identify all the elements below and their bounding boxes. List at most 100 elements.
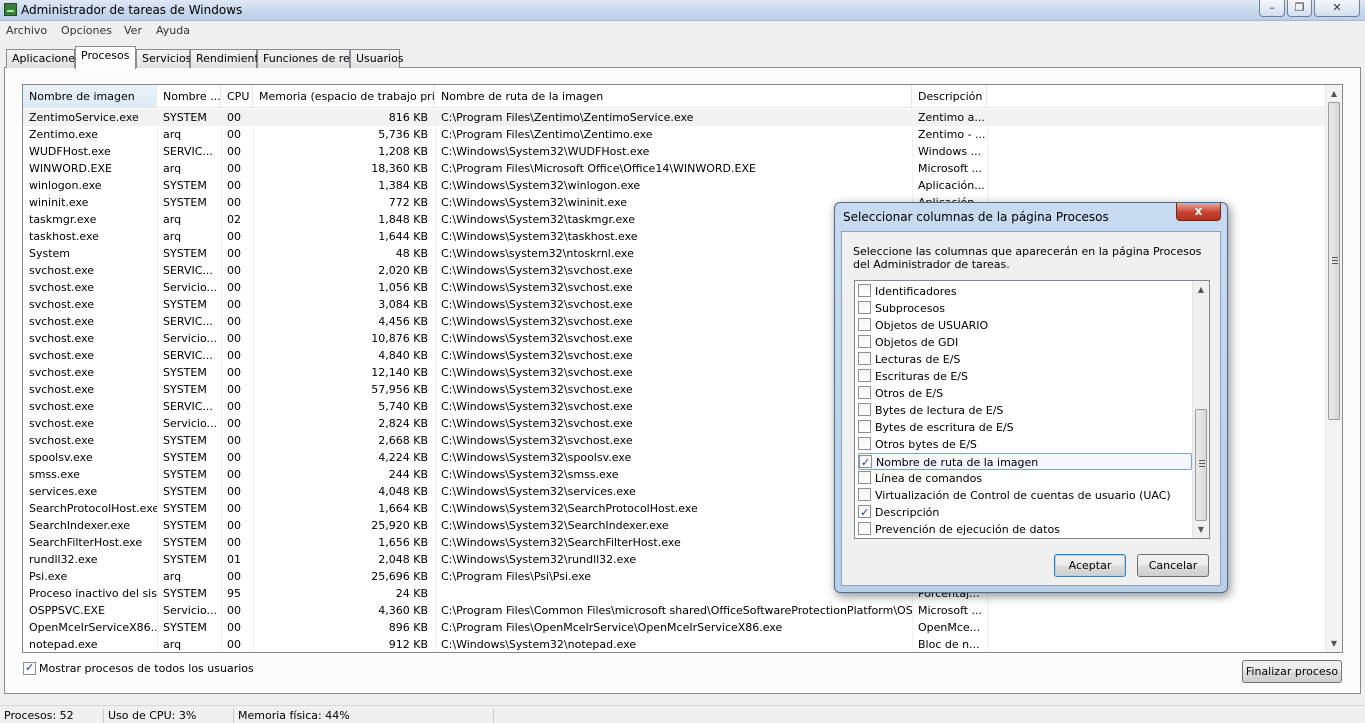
column-option[interactable]: Descripción	[858, 504, 1192, 521]
cell-user-name: SYSTEM	[163, 366, 207, 379]
table-row[interactable]: OpenMceIrServiceX86.... SYSTEM 00 896 KB C:\…	[23, 619, 1326, 636]
column-option[interactable]: Otros bytes de E/S	[858, 436, 1192, 453]
accept-button[interactable]: Aceptar	[1054, 554, 1126, 577]
column-header-user-name[interactable]: Nombre ...	[157, 85, 221, 108]
scroll-up-icon[interactable]: ▲	[1326, 85, 1342, 102]
column-option-checkbox[interactable]	[858, 403, 871, 416]
column-header-image-path[interactable]: Nombre de ruta de la imagen	[435, 85, 912, 108]
column-option-checkbox[interactable]	[858, 420, 871, 433]
column-option-label: Descripción	[875, 506, 940, 519]
cell-memory: 5,740 KB	[378, 400, 428, 413]
checklist-scrollbar[interactable]: ▲ ▼	[1192, 281, 1209, 538]
cell-image-name: taskmgr.exe	[29, 213, 97, 226]
column-header-description[interactable]: Descripción	[912, 85, 987, 108]
minimize-button[interactable]: –	[1259, 0, 1285, 17]
process-list-scrollbar[interactable]: ▲ ▼	[1325, 85, 1342, 652]
column-option-checkbox[interactable]	[858, 352, 871, 365]
scroll-down-icon[interactable]: ▼	[1193, 521, 1209, 538]
maximize-button[interactable]: ❐	[1287, 0, 1312, 17]
column-option[interactable]: Nombre de ruta de la imagen	[858, 453, 1192, 471]
column-option-checkbox[interactable]	[858, 335, 871, 348]
column-option[interactable]: Objetos de GDI	[858, 334, 1192, 351]
cell-cpu: 00	[227, 179, 241, 192]
cell-image-name: smss.exe	[29, 468, 80, 481]
table-row[interactable]: winlogon.exe SYSTEM 00 1,384 KB C:\Windows\S…	[23, 177, 1326, 194]
scroll-up-icon[interactable]: ▲	[1193, 281, 1209, 298]
scrollbar-thumb[interactable]	[1195, 409, 1207, 521]
cell-user-name: SYSTEM	[163, 519, 207, 532]
column-option-checkbox[interactable]	[858, 301, 871, 314]
menu-ver[interactable]: Ver	[124, 24, 142, 37]
cell-image-name: svchost.exe	[29, 349, 95, 362]
cell-image-name: Proceso inactivo del sis...	[29, 587, 157, 600]
column-option-label: Escrituras de E/S	[875, 370, 968, 383]
column-option-checkbox[interactable]	[858, 522, 871, 535]
cell-image-name: services.exe	[29, 485, 98, 498]
cell-user-name: SERVIC...	[163, 349, 213, 362]
table-row[interactable]: WUDFHost.exe SERVIC... 00 1,208 KB C:\Window…	[23, 143, 1326, 160]
cell-cpu: 00	[227, 502, 241, 515]
table-row[interactable]: WINWORD.EXE arq 00 18,360 KB C:\Program File…	[23, 160, 1326, 177]
title-bar: Administrador de tareas de Windows – ❐ ✕	[0, 0, 1365, 21]
tab-procesos[interactable]: Procesos	[75, 46, 136, 69]
column-option-checkbox[interactable]	[859, 454, 872, 471]
cell-user-name: SYSTEM	[163, 485, 207, 498]
cell-image-name: svchost.exe	[29, 383, 95, 396]
cell-image-name: svchost.exe	[29, 315, 95, 328]
cell-user-name: Servicio...	[163, 604, 217, 617]
column-option-checkbox[interactable]	[858, 504, 871, 521]
column-option[interactable]: Otros de E/S	[858, 385, 1192, 402]
column-option[interactable]: Escrituras de E/S	[858, 368, 1192, 385]
column-option[interactable]: Bytes de escritura de E/S	[858, 419, 1192, 436]
column-option-label: Bytes de lectura de E/S	[875, 404, 1004, 417]
end-process-button[interactable]: Finalizar proceso	[1242, 660, 1342, 683]
table-row[interactable]: notepad.exe arq 00 912 KB C:\Windows\System3…	[23, 636, 1326, 652]
table-row[interactable]: OSPPSVC.EXE Servicio... 00 4,360 KB C:\Progr…	[23, 602, 1326, 619]
cell-cpu: 00	[227, 298, 241, 311]
column-header-cpu[interactable]: CPU	[221, 85, 253, 108]
task-manager-icon	[4, 3, 17, 16]
column-option[interactable]: Identificadores	[858, 283, 1192, 300]
column-option[interactable]: Línea de comandos	[858, 470, 1192, 487]
menu-ayuda[interactable]: Ayuda	[156, 24, 190, 37]
tab-funciones-de-red[interactable]: Funciones de red	[257, 49, 357, 68]
column-option-checkbox[interactable]	[858, 369, 871, 382]
scrollbar-thumb[interactable]	[1328, 102, 1340, 420]
tab-aplicaciones[interactable]: Aplicaciones	[6, 49, 81, 68]
column-option-label: Nombre de ruta de la imagen	[876, 456, 1039, 469]
tab-servicios[interactable]: Servicios	[136, 49, 191, 68]
column-option-checkbox[interactable]	[858, 488, 871, 501]
dialog-description: Seleccione las columnas que aparecerán e…	[853, 245, 1202, 271]
dialog-close-button[interactable]: x	[1176, 203, 1221, 221]
column-header-image-name[interactable]: Nombre de imagen	[23, 85, 157, 108]
column-option-checkbox[interactable]	[858, 284, 871, 297]
column-option[interactable]: Objetos de USUARIO	[858, 317, 1192, 334]
column-option[interactable]: Virtualización de Control de cuentas de …	[858, 487, 1192, 504]
menu-archivo[interactable]: Archivo	[6, 24, 47, 37]
column-option[interactable]: Lecturas de E/S	[858, 351, 1192, 368]
show-all-users[interactable]: Mostrar procesos de todos los usuarios	[23, 661, 254, 675]
close-button[interactable]: ✕	[1314, 0, 1360, 17]
tab-rendimiento[interactable]: Rendimiento	[190, 49, 265, 68]
scroll-down-icon[interactable]: ▼	[1326, 635, 1342, 652]
column-header-memory[interactable]: Memoria (espacio de trabajo priv...	[253, 85, 435, 108]
cell-user-name: Servicio...	[163, 417, 217, 430]
menu-opciones[interactable]: Opciones	[61, 24, 112, 37]
cell-description: Windows ...	[918, 145, 982, 158]
column-option[interactable]: Prevención de ejecución de datos	[858, 521, 1192, 538]
table-row[interactable]: Zentimo.exe arq 00 5,736 KB C:\Program Files…	[23, 126, 1326, 143]
column-option-checkbox[interactable]	[858, 471, 871, 484]
tab-usuarios[interactable]: Usuarios	[350, 49, 404, 68]
column-option[interactable]: Subprocesos	[858, 300, 1192, 317]
column-option-checkbox[interactable]	[858, 386, 871, 399]
column-option[interactable]: Bytes de lectura de E/S	[858, 402, 1192, 419]
column-option-checkbox[interactable]	[858, 318, 871, 331]
column-option-checkbox[interactable]	[858, 437, 871, 450]
show-all-users-checkbox[interactable]	[23, 661, 36, 675]
cancel-button[interactable]: Cancelar	[1137, 554, 1209, 577]
cell-description: Microsoft ...	[918, 604, 983, 617]
cell-memory: 24 KB	[395, 587, 428, 600]
columns-checklist[interactable]: Identificadores Subprocesos Objetos de USU…	[854, 280, 1210, 539]
table-row[interactable]: ZentimoService.exe SYSTEM 00 816 KB C:\Progr…	[23, 109, 1326, 126]
cell-user-name: SYSTEM	[163, 196, 207, 209]
